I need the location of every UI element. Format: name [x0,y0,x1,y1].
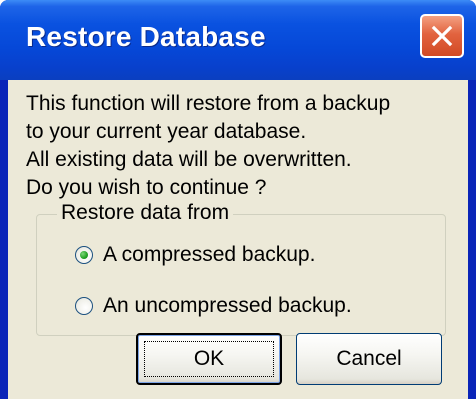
dialog-title: Restore Database [26,21,266,52]
message-line-4: Do you wish to continue ? [26,176,267,199]
ok-button[interactable]: OK [136,333,282,385]
dialog-body: This function will restore from a backup… [8,80,468,399]
restore-database-dialog: Restore Database This function will rest… [0,0,476,399]
restore-source-group: Restore data from A compressed backup. A… [36,200,446,336]
close-icon [431,25,453,47]
cancel-button-label: Cancel [336,347,402,370]
uncompressed-backup-radio[interactable] [75,297,93,315]
message-line-3: All existing data will be overwritten. [26,148,352,171]
confirmation-message: This function will restore from a backup… [26,90,390,202]
ok-button-label: OK [193,347,225,370]
group-legend: Restore data from [57,200,234,226]
close-button[interactable] [420,14,464,58]
message-line-2: to your current year database. [26,120,307,143]
message-line-1: This function will restore from a backup [26,92,391,115]
radio-selected-dot [80,251,88,259]
cancel-button[interactable]: Cancel [296,333,442,385]
title-bar[interactable]: Restore Database [0,0,476,80]
uncompressed-backup-label[interactable]: An uncompressed backup. [103,293,352,319]
compressed-backup-option[interactable]: A compressed backup. [75,242,315,268]
uncompressed-backup-option[interactable]: An uncompressed backup. [75,293,352,319]
compressed-backup-radio[interactable] [75,246,93,264]
compressed-backup-label[interactable]: A compressed backup. [103,242,315,268]
